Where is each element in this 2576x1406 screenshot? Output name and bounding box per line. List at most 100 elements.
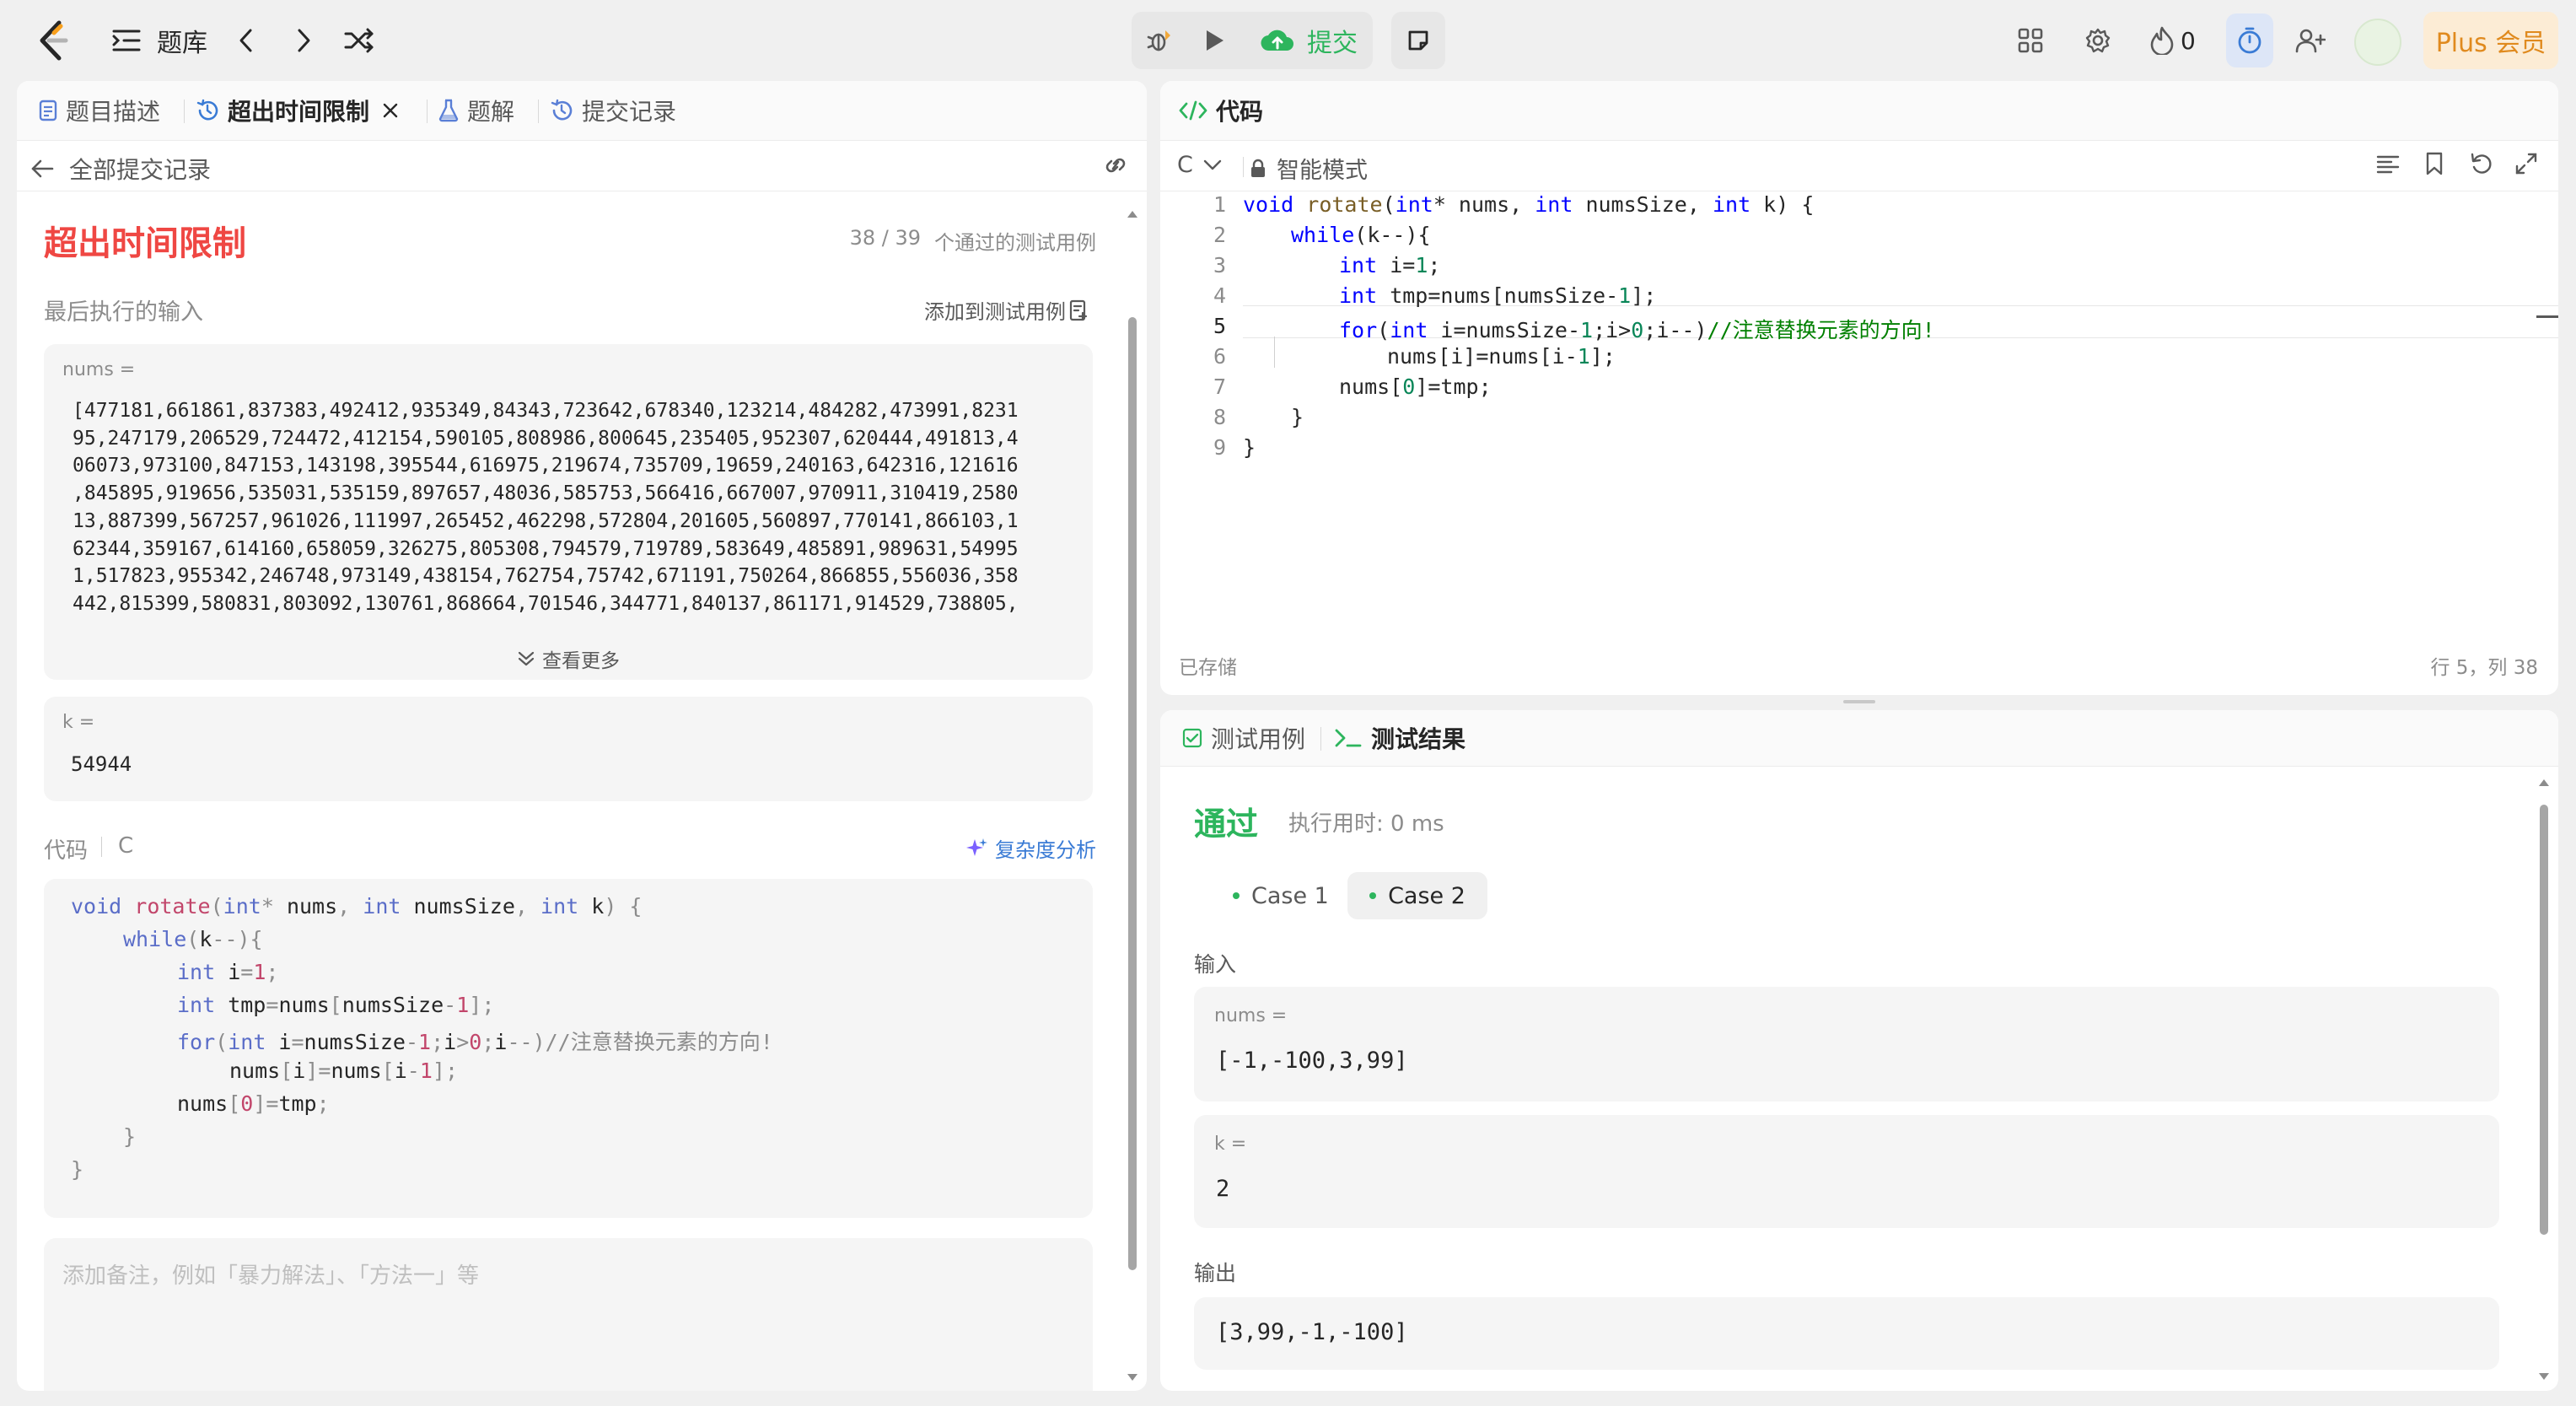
show-more-button[interactable]: 查看更多 bbox=[44, 644, 1093, 673]
code-comment: //注意替换元素的方向! bbox=[545, 1030, 773, 1054]
top-bar: 题库 提交 0 Plus 会员 bbox=[0, 0, 2576, 81]
k-label: k = bbox=[62, 712, 95, 733]
submit-button[interactable]: 提交 bbox=[1260, 12, 1358, 69]
divider bbox=[101, 837, 102, 857]
cloud-upload-icon bbox=[1260, 28, 1295, 53]
problem-bank-link[interactable]: 题库 bbox=[157, 22, 207, 59]
code-comment: //注意替换元素的方向! bbox=[1707, 318, 1935, 342]
submit-label: 提交 bbox=[1307, 29, 1358, 58]
history-icon bbox=[196, 99, 219, 122]
saved-status: 已存储 bbox=[1179, 657, 1237, 679]
nums-label: nums = bbox=[62, 359, 136, 380]
run-play-icon[interactable] bbox=[1197, 24, 1231, 57]
testcases-passed-suffix: 个通过的测试用例 bbox=[934, 231, 1096, 255]
code-line: } bbox=[1291, 405, 1304, 429]
code-line: } bbox=[71, 1157, 84, 1182]
result-tabs: 测试用例 测试结果 bbox=[1160, 710, 2558, 767]
complexity-analysis-button[interactable]: 复杂度分析 bbox=[965, 833, 1096, 863]
close-tab-icon[interactable] bbox=[383, 103, 398, 118]
gear-icon[interactable] bbox=[2081, 24, 2115, 57]
tab-test-result[interactable]: 测试结果 bbox=[1334, 710, 1465, 766]
back-to-submissions-link[interactable]: 全部提交记录 bbox=[30, 152, 211, 186]
tab-submissions[interactable]: 提交记录 bbox=[550, 81, 676, 140]
add-list-icon bbox=[1069, 299, 1088, 321]
line-number: 9 bbox=[1213, 435, 1226, 460]
tab-label: 题解 bbox=[467, 98, 515, 126]
editor-header: 代码 bbox=[1160, 81, 2558, 141]
code-line: for(int i=numsSize-1;i>0;i--)//注意替换元素的方向… bbox=[177, 1030, 773, 1054]
next-problem-icon[interactable] bbox=[287, 24, 320, 57]
tab-divider bbox=[538, 100, 539, 123]
code-line: while(k--){ bbox=[123, 927, 263, 951]
fire-streak-icon[interactable] bbox=[2145, 24, 2179, 57]
code-line: } bbox=[123, 1124, 137, 1149]
document-icon bbox=[39, 100, 57, 121]
code-editor[interactable]: 1 2 3 4 5 6 7 8 9 void rotate(int* nums, int num… bbox=[1160, 191, 2558, 629]
input-label: 输入 bbox=[1194, 952, 1237, 977]
last-input-nums-box: nums = [477181,661861,837383,492412,9353… bbox=[44, 344, 1093, 680]
language-select[interactable]: C bbox=[1177, 152, 1222, 178]
submissions-nav-bar: 全部提交记录 bbox=[17, 140, 1147, 191]
double-chevron-down-icon bbox=[517, 649, 535, 668]
plus-membership-button[interactable]: Plus 会员 bbox=[2423, 12, 2558, 69]
tab-tle-result[interactable]: 超出时间限制 bbox=[196, 81, 398, 140]
line-number: 2 bbox=[1213, 223, 1226, 247]
input-nums-box: nums = [-1,-100,3,99] bbox=[1194, 987, 2499, 1102]
sparkle-icon bbox=[965, 837, 988, 860]
left-scrollbar[interactable] bbox=[1125, 207, 1140, 1384]
flask-icon bbox=[438, 99, 459, 122]
timer-button[interactable] bbox=[2226, 13, 2273, 67]
notes-button[interactable] bbox=[1391, 12, 1445, 69]
tab-solutions[interactable]: 题解 bbox=[438, 81, 514, 140]
line-number: 6 bbox=[1213, 344, 1226, 369]
smart-mode-toggle[interactable]: 智能模式 bbox=[1250, 152, 1368, 185]
bookmark-icon[interactable] bbox=[2425, 152, 2444, 179]
share-link-icon[interactable] bbox=[1101, 154, 1130, 180]
tab-description[interactable]: 题目描述 bbox=[39, 81, 160, 140]
code-line: } bbox=[1243, 435, 1256, 460]
left-scrollbar-thumb[interactable] bbox=[1128, 317, 1137, 1270]
layout-grid-icon[interactable] bbox=[2014, 24, 2047, 57]
note-textarea[interactable]: 添加备注，例如「暴力解法」、「方法一」等 bbox=[44, 1238, 1093, 1391]
code-line: for(int i=numsSize-1;i>0;i--)//注意替换元素的方向… bbox=[1339, 318, 1935, 342]
format-code-icon[interactable] bbox=[2376, 154, 2400, 179]
add-friend-icon[interactable] bbox=[2292, 24, 2329, 57]
smart-mode-label: 智能模式 bbox=[1277, 158, 1368, 184]
output-box: [3,99,-1,-100] bbox=[1194, 1297, 2499, 1370]
avatar[interactable] bbox=[2354, 19, 2401, 66]
tab-label: 提交记录 bbox=[582, 98, 677, 126]
result-scrollbar-thumb[interactable] bbox=[2540, 805, 2548, 1235]
list-indent-icon[interactable] bbox=[110, 24, 143, 57]
add-to-testcase-button[interactable]: 添加到测试用例 bbox=[924, 295, 1088, 325]
testcases-passed: 38 / 39 个通过的测试用例 bbox=[850, 226, 1096, 256]
shuffle-icon[interactable] bbox=[341, 24, 378, 57]
cursor-position: 行 5，列 38 bbox=[2430, 657, 2538, 679]
nums-line: 62344,359167,614160,658059,326275,805308… bbox=[73, 537, 1019, 560]
nums-line: 1,517823,955342,246748,973149,438154,762… bbox=[73, 565, 1019, 588]
case-1-tab[interactable]: Case 1 bbox=[1211, 872, 1351, 919]
reset-code-icon[interactable] bbox=[2469, 152, 2493, 179]
nums-line: 13,887399,567257,961026,111997,265452,46… bbox=[73, 509, 1019, 532]
complexity-analysis-label: 复杂度分析 bbox=[995, 838, 1096, 862]
tab-label: 测试结果 bbox=[1371, 725, 1466, 753]
nums-label: nums = bbox=[1214, 1005, 1288, 1026]
k-value: 54944 bbox=[71, 752, 132, 776]
code-line: nums[0]=tmp; bbox=[1339, 374, 1492, 399]
runtime: 执行用时: 0 ms bbox=[1288, 811, 1444, 837]
result-scrollbar[interactable] bbox=[2536, 776, 2552, 1383]
case-label: Case 1 bbox=[1251, 882, 1329, 909]
tab-testcase[interactable]: 测试用例 bbox=[1182, 710, 1305, 766]
leetcode-logo-icon[interactable] bbox=[32, 19, 76, 62]
debug-icon[interactable] bbox=[1143, 24, 1177, 57]
pass-dot bbox=[1233, 892, 1240, 899]
note-placeholder: 添加备注，例如「暴力解法」、「方法一」等 bbox=[62, 1263, 480, 1289]
line-number: 8 bbox=[1213, 405, 1226, 429]
add-to-testcase-label: 添加到测试用例 bbox=[924, 300, 1066, 324]
fullscreen-icon[interactable] bbox=[2514, 152, 2538, 179]
case-2-tab[interactable]: Case 2 bbox=[1347, 872, 1487, 919]
prev-problem-icon[interactable] bbox=[229, 24, 263, 57]
panel-resize-handle[interactable] bbox=[1843, 700, 1875, 703]
tab-code[interactable]: 代码 bbox=[1179, 81, 1263, 140]
result-status: 通过 bbox=[1194, 805, 1259, 843]
tab-label: 代码 bbox=[1216, 98, 1264, 126]
